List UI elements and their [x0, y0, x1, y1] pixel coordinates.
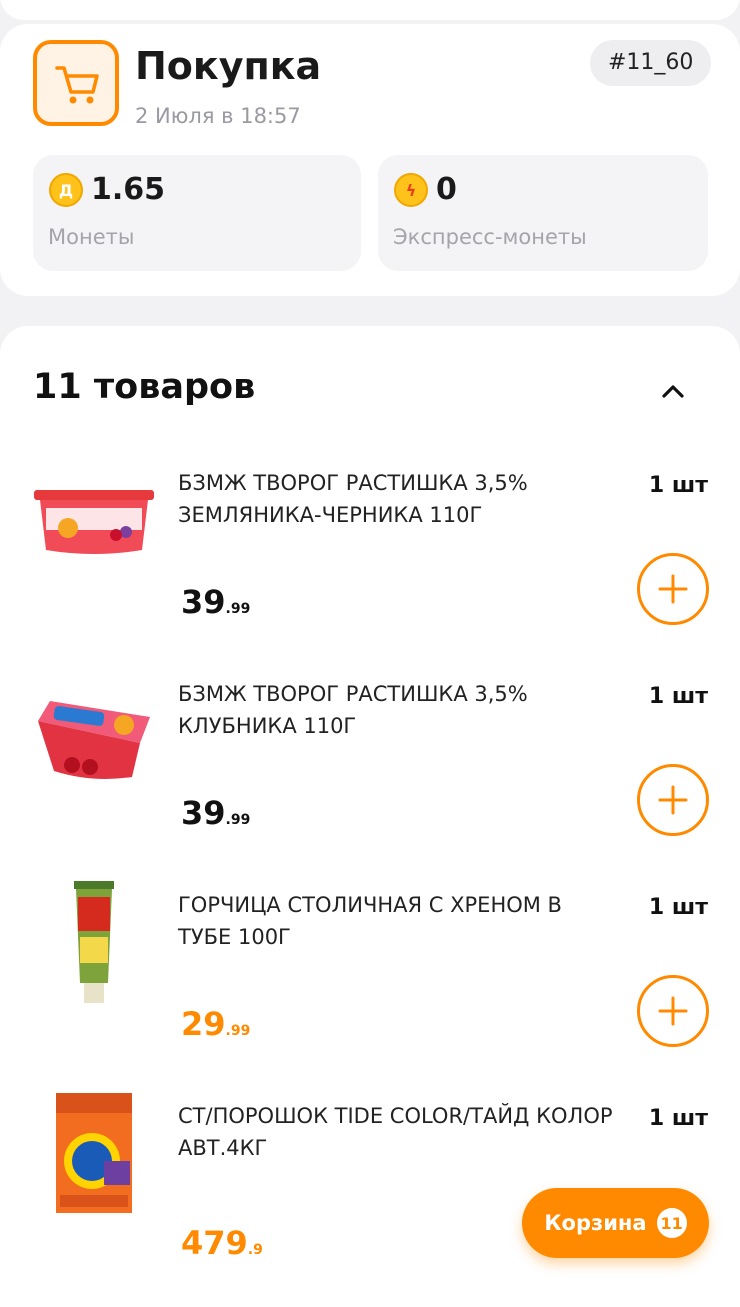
list-item[interactable]: БЗМЖ ТВОРОГ РАСТИШКА 3,5% КЛУБНИКА 110Г … [0, 666, 740, 876]
product-price: 479.9 [181, 1224, 263, 1262]
express-coins-box[interactable]: ϟ 0 Экспресс-монеты [378, 155, 708, 271]
product-image [32, 1088, 156, 1218]
basket-button[interactable]: Корзина 11 [522, 1188, 709, 1258]
cart-icon [33, 40, 119, 126]
coins-value: 1.65 [91, 172, 166, 207]
order-id-badge[interactable]: #11_60 [590, 40, 712, 86]
product-price: 39.99 [181, 794, 251, 832]
lightning-coin-icon: ϟ [394, 173, 428, 207]
coin-d-icon: Д [49, 173, 83, 207]
product-price: 29.99 [181, 1005, 251, 1043]
list-item[interactable]: БЗМЖ ТВОРОГ РАСТИШКА 3,5% ЗЕМЛЯНИКА-ЧЕРН… [0, 455, 740, 665]
product-image [32, 877, 156, 1007]
plus-icon [658, 996, 688, 1026]
product-qty: 1 шт [648, 684, 708, 709]
plus-icon [658, 785, 688, 815]
chevron-up-icon[interactable] [656, 374, 690, 408]
product-name: БЗМЖ ТВОРОГ РАСТИШКА 3,5% ЗЕМЛЯНИКА-ЧЕРН… [178, 471, 528, 527]
add-to-cart-button[interactable] [637, 553, 709, 625]
product-image [32, 666, 156, 796]
product-price: 39.99 [181, 583, 251, 621]
product-image [32, 455, 156, 585]
basket-count-badge: 11 [656, 1208, 687, 1238]
purchase-date: 2 Июля в 18:57 [135, 104, 301, 128]
product-name: БЗМЖ ТВОРОГ РАСТИШКА 3,5% КЛУБНИКА 110Г [178, 682, 528, 738]
add-to-cart-button[interactable] [637, 764, 709, 836]
product-qty: 1 шт [648, 473, 708, 498]
express-coins-label: Экспресс-монеты [393, 225, 587, 249]
coins-label: Монеты [48, 225, 135, 249]
plus-icon [658, 574, 688, 604]
express-coins-value: 0 [436, 172, 457, 207]
product-name: СТ/ПОРОШОК TIDE COLOR/ТАЙД КОЛОР АВТ.4КГ [178, 1104, 613, 1160]
list-item[interactable]: ГОРЧИЦА СТОЛИЧНАЯ С ХРЕНОМ В ТУБЕ 100Г 1… [0, 877, 740, 1087]
basket-label: Корзина [544, 1211, 647, 1235]
product-qty: 1 шт [648, 1106, 708, 1131]
add-to-cart-button[interactable] [637, 975, 709, 1047]
product-name: ГОРЧИЦА СТОЛИЧНАЯ С ХРЕНОМ В ТУБЕ 100Г [178, 893, 562, 949]
previous-card-edge [0, 0, 740, 20]
product-qty: 1 шт [648, 895, 708, 920]
goods-count-title: 11 товаров [33, 367, 256, 407]
coins-box[interactable]: Д 1.65 Монеты [33, 155, 361, 271]
page-title: Покупка [135, 44, 322, 88]
